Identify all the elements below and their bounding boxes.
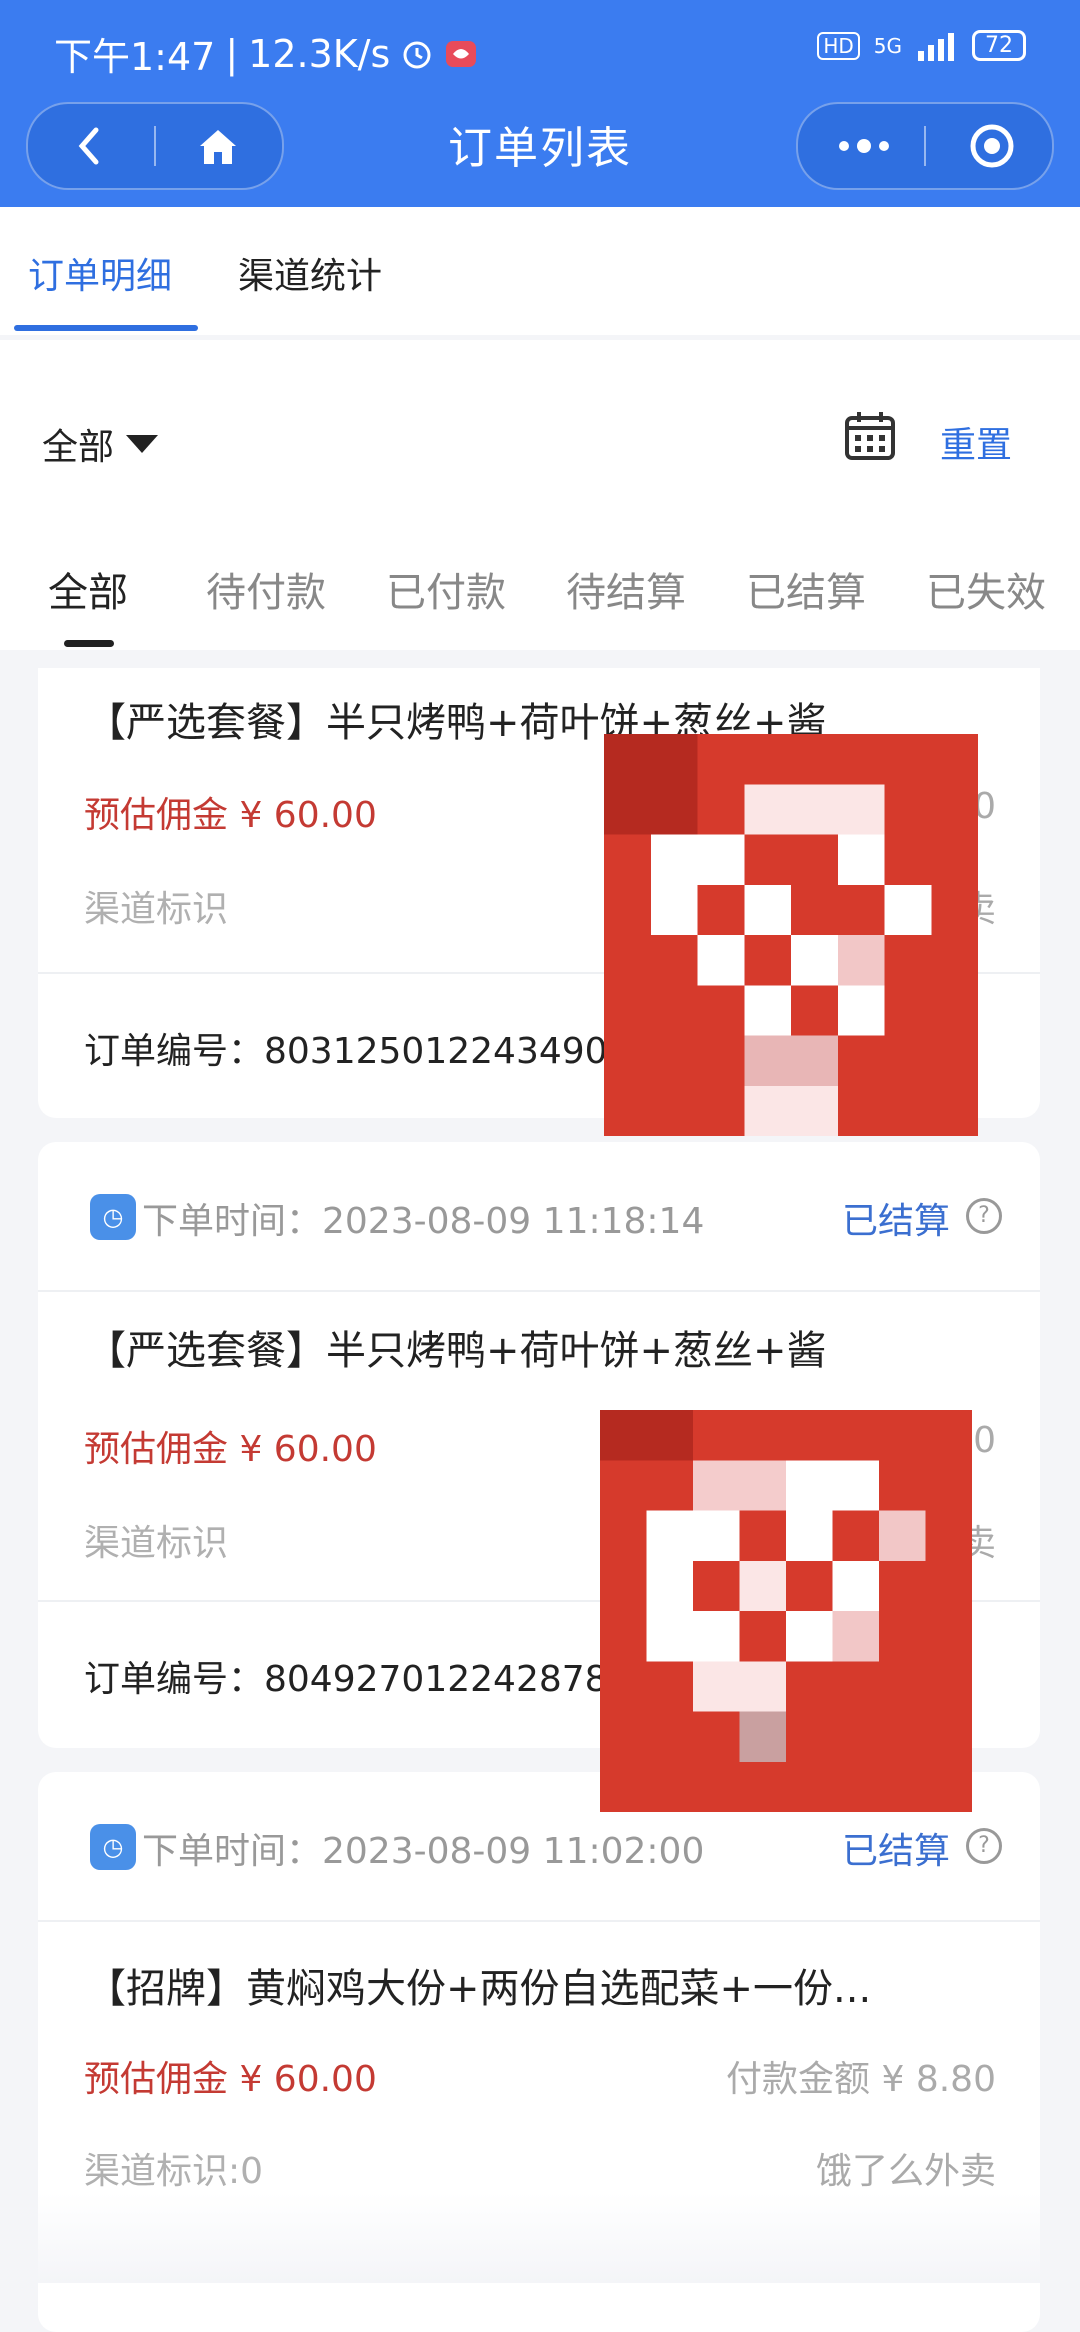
calendar-icon[interactable] xyxy=(844,410,896,462)
order-number: 订单编号：803125012243490 xyxy=(84,1031,608,1072)
order-channel: 渠道标识:0 xyxy=(84,2151,264,2192)
order-payment-amount: 付款金额 ¥ 8.80 xyxy=(726,2059,996,2100)
filter-bar: 全部 重置 xyxy=(0,340,1080,650)
status-tab-expired[interactable]: 已失效 xyxy=(926,560,1046,618)
tab-order-detail[interactable]: 订单明细 xyxy=(28,247,172,299)
order-commission: 预估佣金 ¥ 60.00 xyxy=(84,795,377,836)
product-thumbnail-pixelated xyxy=(604,734,978,1136)
status-right: HD 5G 72 xyxy=(817,30,1026,61)
active-tab-indicator xyxy=(14,325,198,331)
filter-selected: 全部 xyxy=(42,427,115,468)
order-time-icon: ◷ xyxy=(90,1194,136,1240)
order-time-icon: ◷ xyxy=(90,1824,136,1870)
sub-tabs: 订单明细 渠道统计 xyxy=(0,207,1080,335)
status-tab-settled[interactable]: 已结算 xyxy=(746,560,866,618)
status-tab-indicator xyxy=(64,640,114,647)
caret-down-icon xyxy=(126,435,159,453)
scroll-fade xyxy=(0,2193,1080,2283)
more-icon[interactable] xyxy=(834,132,894,160)
status-left: 下午1:47 | 12.3K/s xyxy=(54,26,478,81)
order-status: 已结算 xyxy=(841,1831,950,1872)
help-icon[interactable]: ? xyxy=(966,1198,1002,1234)
status-tab-pending-settlement[interactable]: 待结算 xyxy=(566,560,686,618)
status-tab-pending-payment[interactable]: 待付款 xyxy=(206,560,326,618)
order-commission: 预估佣金 ¥ 60.00 xyxy=(84,2059,377,2100)
signal-icon xyxy=(918,32,954,61)
product-thumbnail-pixelated xyxy=(600,1410,972,1812)
battery-icon: 72 xyxy=(972,30,1026,61)
top-bar: 下午1:47 | 12.3K/s HD 5G 72 订单列表 xyxy=(0,0,1080,207)
reset-button[interactable]: 重置 xyxy=(940,416,1012,468)
battery-level: 72 xyxy=(985,33,1013,58)
order-amount: 0 xyxy=(973,1420,996,1461)
app-notification-icon xyxy=(446,40,477,67)
close-target-icon[interactable] xyxy=(968,122,1016,170)
alarm-icon xyxy=(403,41,431,68)
filter-dropdown[interactable]: 全部 xyxy=(42,418,159,470)
status-tab-all[interactable]: 全部 xyxy=(48,560,128,618)
status-divider: | xyxy=(225,31,239,76)
order-time: 下单时间：2023-08-09 11:18:14 xyxy=(142,1201,705,1242)
status-bar: 下午1:47 | 12.3K/s HD 5G 72 xyxy=(0,0,1080,100)
order-status: 已结算 xyxy=(841,1201,950,1242)
status-time: 下午1:47 xyxy=(54,35,216,79)
hd-badge: HD xyxy=(817,31,860,60)
help-icon[interactable]: ? xyxy=(966,1828,1002,1864)
network-label: 5G xyxy=(873,33,902,58)
capsule-separator xyxy=(924,126,926,166)
order-channel: 渠道标识 xyxy=(84,889,229,930)
order-title: 【招牌】黄焖鸡大份+两份自选配菜+一份... xyxy=(86,1966,872,2012)
order-time: 下单时间：2023-08-09 11:02:00 xyxy=(142,1831,705,1872)
status-tab-paid[interactable]: 已付款 xyxy=(386,560,506,618)
menu-capsule xyxy=(796,102,1054,190)
order-title: 【严选套餐】半只烤鸭+荷叶饼+葱丝+酱 xyxy=(86,1328,827,1374)
order-channel: 渠道标识 xyxy=(84,1523,229,1564)
tab-channel-stats[interactable]: 渠道统计 xyxy=(238,247,382,299)
order-platform: 饿了么外卖 xyxy=(815,2151,996,2192)
order-card-header: ◷ 下单时间：2023-08-09 11:18:14 已结算 ? xyxy=(38,1142,1040,1292)
order-number: 订单编号：804927012242878 xyxy=(84,1659,608,1700)
status-speed: 12.3K/s xyxy=(248,31,391,76)
order-commission: 预估佣金 ¥ 60.00 xyxy=(84,1429,377,1470)
